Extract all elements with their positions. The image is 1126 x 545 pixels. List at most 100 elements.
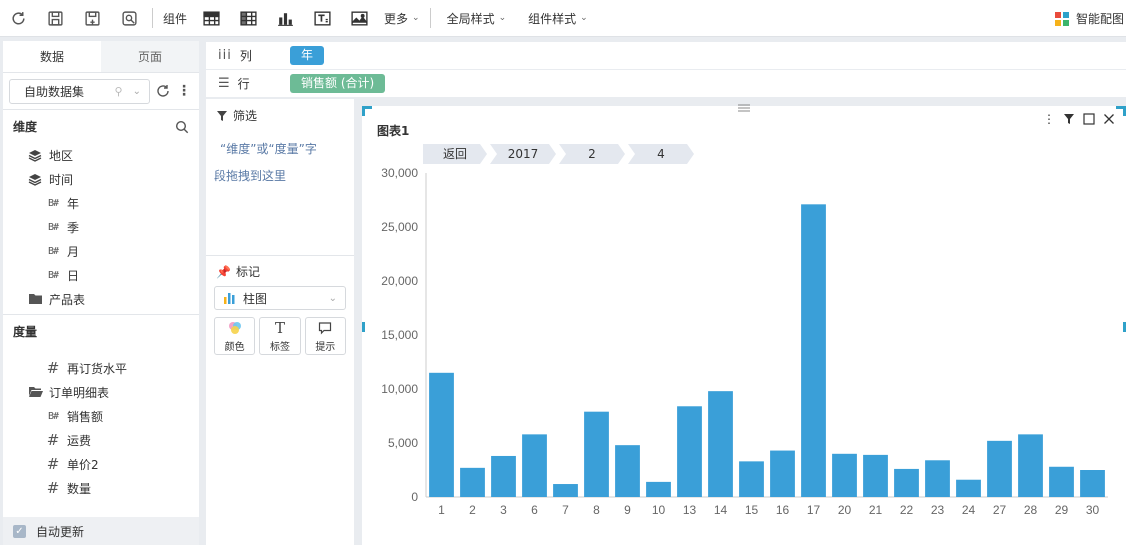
add-chart-button[interactable] (267, 0, 304, 37)
tree-item[interactable]: B# 销售额 (3, 404, 199, 428)
tree-item[interactable]: 地区 (3, 143, 199, 167)
tree-item-label: 年 (67, 196, 80, 211)
tree-item-label: 地区 (49, 148, 74, 163)
x-tick-label: 7 (562, 503, 569, 517)
bar-chart-icon (224, 293, 235, 304)
bar[interactable] (677, 406, 702, 497)
pin-icon: 📌 (216, 264, 231, 279)
tree-item[interactable]: 时间 (3, 167, 199, 191)
tree-item[interactable]: # 再订货水平 (3, 356, 199, 380)
x-tick-label: 22 (900, 503, 914, 517)
tree-item[interactable]: B# 日 (3, 263, 199, 287)
bar[interactable] (956, 479, 981, 497)
add-table-button[interactable] (193, 0, 230, 37)
marks-header: 📌 标记 (206, 261, 354, 286)
search-icon[interactable] (175, 120, 189, 134)
tree-item-label: 再订货水平 (67, 361, 128, 376)
tree-item[interactable]: B# 年 (3, 191, 199, 215)
bar[interactable] (460, 467, 485, 497)
dataset-select[interactable]: 自助数据集 ⚲ ⌄ (9, 78, 150, 104)
filter-drop-zone[interactable]: “维度”或“度量”字 段拖拽到这里 (206, 130, 354, 190)
row-field-pill[interactable]: 销售额 (合计) (290, 74, 386, 93)
bar[interactable] (832, 453, 857, 497)
x-tick-label: 8 (593, 503, 600, 517)
bar[interactable] (553, 484, 578, 497)
bar[interactable] (770, 450, 795, 497)
y-tick-label: 10,000 (381, 382, 418, 396)
x-tick-label: 3 (500, 503, 507, 517)
measure-list: # 再订货水平订单明细表 B# 销售额 # 运费 # 单价2 # 数量 # 折扣 (3, 356, 199, 506)
add-image-button[interactable] (341, 0, 378, 37)
divider (206, 255, 354, 256)
tree-item[interactable]: 订单明细表 (3, 380, 199, 404)
tree-item[interactable]: # 单价2 (3, 452, 199, 476)
checkbox-checked-icon[interactable]: ✓ (13, 524, 26, 538)
number-field-icon: # (45, 503, 61, 506)
save-button[interactable] (37, 0, 74, 37)
bar[interactable] (987, 440, 1012, 497)
more-menu[interactable]: 更多 ⌄ (378, 0, 426, 37)
preview-icon (122, 10, 137, 26)
bar[interactable] (739, 461, 764, 497)
tree-item[interactable]: # 数量 (3, 476, 199, 500)
bar[interactable] (491, 455, 516, 497)
column-field-pill[interactable]: 年 (290, 46, 325, 65)
y-tick-label: 15,000 (381, 328, 418, 342)
x-tick-label: 23 (931, 503, 945, 517)
bar[interactable] (584, 411, 609, 497)
tab-page[interactable]: 页面 (101, 41, 199, 72)
add-text-button[interactable] (304, 0, 341, 37)
tree-item[interactable]: B# 月 (3, 239, 199, 263)
toolbar-divider (429, 8, 431, 28)
add-crosstab-button[interactable] (230, 0, 267, 37)
tab-data[interactable]: 数据 (3, 41, 101, 72)
bar[interactable] (708, 391, 733, 497)
tree-item-label: 单价2 (67, 457, 99, 472)
bar[interactable] (429, 372, 454, 497)
tooltip-button[interactable]: 提示 (304, 317, 346, 355)
tree-item-label: 订单明细表 (49, 385, 110, 400)
dimension-list: 地区 时间 B# 年 B# 季 B# 月 B# 日产品表 (3, 143, 199, 311)
component-style-menu[interactable]: 组件样式 ⌄ (512, 0, 594, 37)
y-tick-label: 0 (411, 490, 418, 504)
y-tick-label: 20,000 (381, 274, 418, 288)
bar[interactable] (522, 434, 547, 497)
bar[interactable] (801, 204, 826, 497)
image-icon (351, 10, 368, 26)
chart-widget[interactable]: 图表1 ⋮ 返回 2017 2 4 0 5,000 10,000 15,000 20,0… (362, 104, 1126, 545)
bar[interactable] (615, 445, 640, 497)
filter-hint-line2: 段拖拽到这里 (214, 169, 287, 183)
bar[interactable] (1018, 434, 1043, 497)
bar[interactable] (925, 460, 950, 497)
chart-type-select[interactable]: 柱图 ⌄ (214, 286, 346, 310)
more-vertical-icon[interactable]: ⋮ (177, 83, 191, 99)
crosstab-icon (240, 10, 257, 26)
save-as-button[interactable] (74, 0, 111, 37)
smart-chart-button[interactable]: 智能配图 (1054, 0, 1126, 37)
bar[interactable] (646, 481, 671, 497)
bar[interactable] (894, 468, 919, 497)
bar[interactable] (1080, 470, 1105, 497)
global-style-menu[interactable]: 全局样式 ⌄ (435, 0, 513, 37)
color-button[interactable]: 颜色 (214, 317, 256, 355)
x-tick-label: 1 (438, 503, 445, 517)
preview-button[interactable] (111, 0, 148, 37)
auto-update-row[interactable]: ✓ 自动更新 (3, 517, 199, 545)
bar[interactable] (863, 454, 888, 497)
refresh-icon[interactable] (155, 83, 171, 99)
tree-item-label: 月 (67, 244, 80, 259)
refresh-button[interactable] (0, 0, 37, 37)
tree-item[interactable]: # 运费 (3, 428, 199, 452)
tree-item[interactable]: # 折扣 (3, 500, 199, 506)
label-button[interactable]: T 标签 (259, 317, 301, 355)
columns-shelf-label: iii 列 (206, 47, 290, 64)
date-field-icon: B# (47, 197, 59, 209)
tree-item[interactable]: 产品表 (3, 287, 199, 311)
x-tick-label: 21 (869, 503, 883, 517)
columns-shelf[interactable]: iii 列 年 (206, 42, 1126, 69)
y-tick-label: 30,000 (381, 166, 418, 180)
rows-shelf[interactable]: ☰ 行 销售额 (合计) (206, 70, 1126, 97)
tree-item[interactable]: B# 季 (3, 215, 199, 239)
marks-section: 📌 标记 柱图 ⌄ 颜色 T 标签 提示 (206, 261, 354, 362)
bar[interactable] (1049, 466, 1074, 497)
